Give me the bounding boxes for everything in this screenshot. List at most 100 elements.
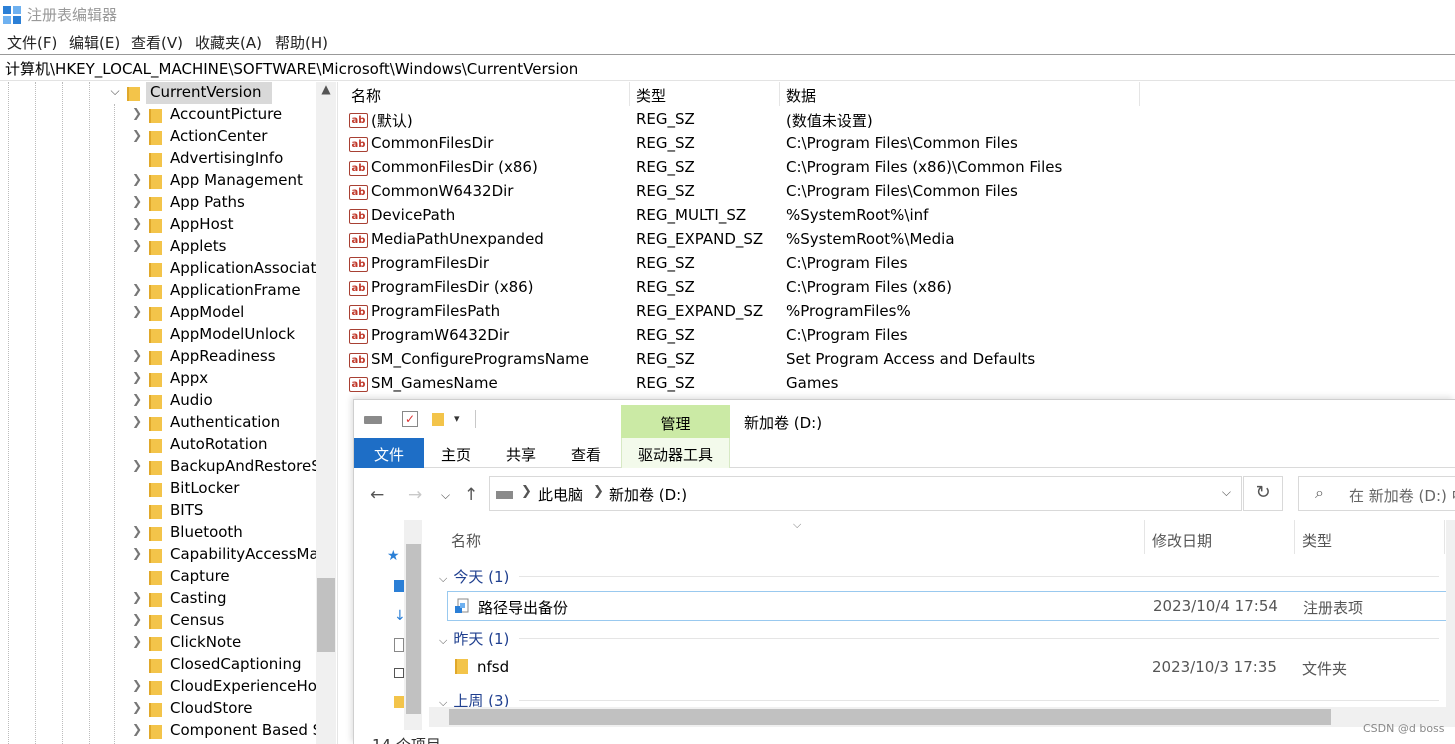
chevron-right-icon[interactable]: ❯ <box>130 678 144 692</box>
menu-file[interactable]: 文件(F) <box>7 32 57 53</box>
value-row[interactable]: ab ProgramFilesDir REG_SZ C:\Program Files <box>343 252 1455 276</box>
tree-item[interactable]: ClosedCaptioning <box>108 654 318 676</box>
group-header-today[interactable]: ⌵ 今天 (1) <box>439 566 509 587</box>
chevron-right-icon[interactable]: ❯ <box>130 634 144 648</box>
breadcrumb-chevron-icon[interactable]: ❯ <box>593 484 604 499</box>
chevron-right-icon[interactable]: ❯ <box>130 700 144 714</box>
horizontal-scrollbar-thumb[interactable] <box>449 709 1331 725</box>
file-list-vertical-scrollbar[interactable] <box>1446 520 1455 710</box>
chevron-right-icon[interactable]: ❯ <box>130 414 144 428</box>
tab-home[interactable]: 主页 <box>426 438 486 468</box>
chevron-right-icon[interactable]: ❯ <box>130 216 144 230</box>
menu-help[interactable]: 帮助(H) <box>275 32 328 53</box>
tree-item[interactable]: ❯ Appx <box>108 368 318 390</box>
address-path[interactable]: 计算机\HKEY_LOCAL_MACHINE\SOFTWARE\Microsof… <box>5 58 578 79</box>
tree-item[interactable]: BITS <box>108 500 318 522</box>
chevron-right-icon[interactable]: ❯ <box>130 304 144 318</box>
column-divider[interactable] <box>1444 520 1445 554</box>
explorer-address-bar[interactable]: ❯ 此电脑 ❯ 新加卷 (D:) ⌵ <box>489 476 1242 511</box>
refresh-button[interactable]: ↻ <box>1243 476 1283 511</box>
tree-item[interactable]: AppModelUnlock <box>108 324 318 346</box>
tree-item[interactable]: ❯ Bluetooth <box>108 522 318 544</box>
tree-item[interactable]: ❯ AppModel <box>108 302 318 324</box>
chevron-right-icon[interactable]: ❯ <box>130 392 144 406</box>
tree-item[interactable]: ❯ CloudExperienceHo <box>108 676 318 698</box>
recent-locations-chevron-icon[interactable]: ⌵ <box>441 488 450 503</box>
menu-view[interactable]: 查看(V) <box>131 32 183 53</box>
value-row[interactable]: ab SM_ConfigureProgramsName REG_SZ Set Prog… <box>343 348 1455 372</box>
sort-chevron-icon[interactable]: ⌵ <box>793 518 801 532</box>
tree-item[interactable]: ❯ ClickNote <box>108 632 318 654</box>
new-folder-icon[interactable] <box>432 413 444 426</box>
tree-item[interactable]: ❯ App Management <box>108 170 318 192</box>
chevron-right-icon[interactable]: ❯ <box>130 106 144 120</box>
menu-favorites[interactable]: 收藏夹(A) <box>195 32 262 53</box>
chevron-right-icon[interactable]: ❯ <box>130 194 144 208</box>
tree-item[interactable]: ❯ ApplicationFrame <box>108 280 318 302</box>
chevron-right-icon[interactable]: ❯ <box>130 546 144 560</box>
tree-item[interactable]: ❯ Applets <box>108 236 318 258</box>
breadcrumb-this-pc[interactable]: 此电脑 <box>538 484 583 505</box>
tab-share[interactable]: 共享 <box>491 438 551 468</box>
tab-manage[interactable]: 管理 <box>621 405 730 438</box>
tree-item[interactable]: AdvertisingInfo <box>108 148 318 170</box>
pictures-icon[interactable] <box>394 668 404 678</box>
chevron-right-icon[interactable]: ❯ <box>130 612 144 626</box>
navigation-scrollbar-thumb[interactable] <box>406 544 421 714</box>
value-row[interactable]: ab ProgramFilesDir (x86) REG_SZ C:\Program … <box>343 276 1455 300</box>
column-header-type[interactable]: 类型 <box>1302 530 1332 551</box>
tree-item[interactable]: ❯ Component Based S <box>108 720 322 742</box>
breadcrumb-chevron-icon[interactable]: ❯ <box>521 484 532 499</box>
value-row[interactable]: ab CommonW6432Dir REG_SZ C:\Program Files\C… <box>343 180 1455 204</box>
chevron-right-icon[interactable]: ❯ <box>130 238 144 252</box>
column-divider[interactable] <box>629 82 630 106</box>
tab-drive-tools[interactable]: 驱动器工具 <box>621 438 730 468</box>
tree-item[interactable]: ❯ Authentication <box>108 412 318 434</box>
column-header-date[interactable]: 修改日期 <box>1152 530 1212 551</box>
tree-item[interactable]: ❯ CapabilityAccessMa <box>108 544 319 566</box>
column-divider[interactable] <box>779 82 780 106</box>
value-row[interactable]: ab CommonFilesDir (x86) REG_SZ C:\Program F… <box>343 156 1455 180</box>
tree-item[interactable]: ❯ Audio <box>108 390 318 412</box>
value-row[interactable]: ab (默认) REG_SZ (数值未设置) <box>343 108 1455 132</box>
chevron-right-icon[interactable]: ❯ <box>130 370 144 384</box>
tree-item[interactable]: AutoRotation <box>108 434 318 456</box>
tree-item[interactable]: ❯ AppHost <box>108 214 318 236</box>
column-divider[interactable] <box>1144 520 1145 554</box>
tab-file[interactable]: 文件 <box>354 438 424 468</box>
value-row[interactable]: ab ProgramW6432Dir REG_SZ C:\Program Files <box>343 324 1455 348</box>
chevron-right-icon[interactable]: ❯ <box>130 722 144 736</box>
chevron-right-icon[interactable]: ❯ <box>130 172 144 186</box>
address-bar[interactable]: 计算机\HKEY_LOCAL_MACHINE\SOFTWARE\Microsof… <box>0 54 1455 81</box>
tree-item[interactable]: ApplicationAssociat <box>108 258 318 280</box>
chevron-right-icon[interactable]: ❯ <box>130 128 144 142</box>
tree-item[interactable]: ❯ Census <box>108 610 318 632</box>
file-row[interactable]: 路径导出备份 2023/10/4 17:54 注册表项 <box>447 591 1452 621</box>
value-row[interactable]: ab ProgramFilesPath REG_EXPAND_SZ %ProgramF… <box>343 300 1455 324</box>
file-row[interactable]: nfsd 2023/10/3 17:35 文件夹 <box>447 653 1452 683</box>
column-divider[interactable] <box>1294 520 1295 554</box>
chevron-down-icon[interactable]: ⌵ <box>108 84 122 99</box>
chevron-right-icon[interactable]: ❯ <box>130 348 144 362</box>
tree-item[interactable]: ❯ AccountPicture <box>108 104 318 126</box>
column-divider[interactable] <box>1139 82 1140 106</box>
tree-item[interactable]: ❯ App Paths <box>108 192 318 214</box>
search-input[interactable]: ⌕ 在 新加卷 (D:) 中 <box>1298 476 1455 511</box>
tree-item[interactable]: ❯ AppReadiness <box>108 346 318 368</box>
chevron-right-icon[interactable]: ❯ <box>130 524 144 538</box>
tree-item[interactable]: Capture <box>108 566 318 588</box>
address-dropdown-chevron-icon[interactable]: ⌵ <box>1222 485 1231 500</box>
desktop-icon[interactable] <box>394 580 404 592</box>
value-row[interactable]: ab SM_GamesName REG_SZ Games <box>343 372 1455 396</box>
value-row[interactable]: ab DevicePath REG_MULTI_SZ %SystemRoot%\inf <box>343 204 1455 228</box>
value-row[interactable]: ab MediaPathUnexpanded REG_EXPAND_SZ %Syste… <box>343 228 1455 252</box>
tree-item[interactable]: ❯ BackupAndRestoreS <box>108 456 321 478</box>
group-header-yesterday[interactable]: ⌵ 昨天 (1) <box>439 628 509 649</box>
properties-check-icon[interactable]: ✓ <box>402 411 418 427</box>
quick-access-star-icon[interactable]: ★ <box>387 548 400 564</box>
scroll-up-arrow-icon[interactable]: ▲ <box>316 82 336 102</box>
tree-item[interactable]: ❯ Casting <box>108 588 318 610</box>
tree-item[interactable]: ❯ ActionCenter <box>108 126 318 148</box>
breadcrumb-volume[interactable]: 新加卷 (D:) <box>609 484 687 505</box>
customize-dropdown-icon[interactable]: ▾ <box>454 412 460 425</box>
